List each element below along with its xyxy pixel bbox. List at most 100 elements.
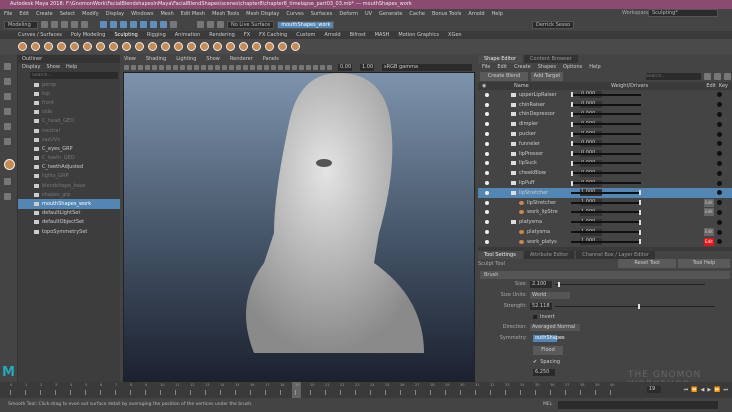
visibility-dot[interactable] bbox=[485, 102, 489, 107]
outliner-item[interactable]: C_head_GEO bbox=[18, 117, 120, 126]
viewport-tool-icon[interactable] bbox=[257, 65, 262, 70]
key-dot[interactable] bbox=[717, 160, 722, 166]
outliner-item[interactable]: top bbox=[18, 89, 120, 98]
slider-handle[interactable] bbox=[639, 200, 641, 206]
scale-tool-icon[interactable] bbox=[4, 138, 11, 145]
sculpt-brush-icon[interactable] bbox=[83, 42, 92, 51]
weight-slider[interactable] bbox=[571, 239, 641, 245]
shape-menu-item[interactable]: Edit bbox=[497, 64, 507, 70]
edit-button[interactable]: Edit bbox=[704, 208, 714, 217]
brush-section[interactable]: Brush bbox=[480, 270, 730, 279]
shelf-tab[interactable]: FX bbox=[244, 32, 250, 38]
outliner-item[interactable]: blendshape_base bbox=[18, 181, 120, 190]
visibility-dot[interactable] bbox=[485, 190, 489, 195]
slider-handle[interactable] bbox=[571, 170, 573, 176]
sculpt-brush-icon[interactable] bbox=[31, 42, 40, 51]
slider-handle[interactable] bbox=[639, 219, 641, 225]
snap-grid-icon[interactable] bbox=[130, 21, 137, 28]
visibility-dot[interactable] bbox=[485, 230, 489, 235]
outliner-item[interactable]: defaultObjectSet bbox=[18, 218, 120, 227]
outliner-item[interactable]: front bbox=[18, 98, 120, 107]
sculpt-brush-icon[interactable] bbox=[187, 42, 196, 51]
menu-deform[interactable]: Deform bbox=[339, 11, 358, 17]
viewport-tool-icon[interactable] bbox=[271, 65, 276, 70]
slider-handle[interactable] bbox=[571, 180, 573, 186]
shape-row[interactable]: lipPressor0.000 bbox=[478, 149, 732, 159]
move-tool-icon[interactable] bbox=[4, 108, 11, 115]
sculpt-brush-icon[interactable] bbox=[161, 42, 170, 51]
shelf-tab[interactable]: Poly Modeling bbox=[71, 32, 106, 38]
history-icon[interactable] bbox=[197, 21, 204, 28]
size-units-dropdown[interactable]: World bbox=[530, 291, 570, 299]
tab-tool-settings[interactable]: Tool Settings bbox=[478, 250, 522, 259]
command-line[interactable] bbox=[558, 401, 718, 409]
sculpt-brush-icon[interactable] bbox=[291, 42, 300, 51]
lasso-tool-icon[interactable] bbox=[4, 78, 11, 85]
slider-handle[interactable] bbox=[558, 281, 560, 287]
menu-help[interactable]: Help bbox=[492, 11, 503, 17]
key-dot[interactable] bbox=[717, 92, 722, 98]
viewport-tool-icon[interactable] bbox=[166, 65, 171, 70]
shelf-tab[interactable]: Curves / Surfaces bbox=[18, 32, 62, 38]
select-tool-icon[interactable] bbox=[4, 63, 11, 70]
sculpt-brush-icon[interactable] bbox=[148, 42, 157, 51]
shelf-tab[interactable]: Custom bbox=[296, 32, 315, 38]
weight-slider[interactable] bbox=[571, 92, 641, 98]
add-target-button[interactable]: Add Target bbox=[531, 72, 563, 81]
viewport-tool-icon[interactable] bbox=[313, 65, 318, 70]
outliner-item[interactable]: topoSymmetrySet bbox=[18, 227, 120, 236]
menu-modify[interactable]: Modify bbox=[82, 11, 99, 17]
current-frame-marker[interactable] bbox=[292, 382, 301, 398]
key-dot[interactable] bbox=[717, 209, 722, 215]
slider-handle[interactable] bbox=[639, 239, 641, 245]
visibility-dot[interactable] bbox=[485, 151, 489, 156]
visibility-dot[interactable] bbox=[485, 161, 489, 166]
key-dot[interactable] bbox=[717, 151, 722, 157]
slider-handle[interactable] bbox=[639, 209, 641, 215]
shape-row[interactable]: platysma1.000Edit bbox=[478, 227, 732, 237]
slider-handle[interactable] bbox=[571, 102, 573, 108]
object-field[interactable]: mouthShapes_work bbox=[277, 20, 335, 29]
menu-select[interactable]: Select bbox=[60, 11, 75, 17]
viewport-tool-icon[interactable] bbox=[306, 65, 311, 70]
key-dot[interactable] bbox=[717, 239, 722, 245]
strength-slider[interactable] bbox=[555, 303, 715, 309]
edit-button[interactable]: Edit bbox=[704, 198, 714, 207]
flood-button[interactable]: Flood bbox=[533, 345, 563, 355]
spacing-checkbox[interactable]: ✔ bbox=[533, 359, 537, 365]
slider-handle[interactable] bbox=[571, 141, 573, 147]
slider-handle[interactable] bbox=[571, 92, 573, 98]
visibility-dot[interactable] bbox=[485, 112, 489, 117]
outliner-menu-item[interactable]: Show bbox=[46, 64, 60, 70]
viewport-tool-icon[interactable] bbox=[320, 65, 325, 70]
gamma-field[interactable]: 1.00 bbox=[360, 64, 374, 71]
outliner-item[interactable]: shapes_grp bbox=[18, 190, 120, 199]
menu-windows[interactable]: Windows bbox=[131, 11, 153, 17]
viewport-tool-icon[interactable] bbox=[173, 65, 178, 70]
shape-row[interactable]: cheekBlow0.000 bbox=[478, 168, 732, 178]
3d-viewport[interactable] bbox=[123, 72, 475, 382]
weight-slider[interactable] bbox=[571, 121, 641, 127]
shape-row[interactable]: upperLipRaiser0.000 bbox=[478, 90, 732, 100]
outliner-menu-item[interactable]: Help bbox=[66, 64, 77, 70]
layout-four-icon[interactable] bbox=[4, 193, 11, 200]
viewport-tool-icon[interactable] bbox=[229, 65, 234, 70]
slider-handle[interactable] bbox=[571, 121, 573, 127]
shape-row[interactable]: dimpler0.000 bbox=[478, 119, 732, 129]
rotate-tool-icon[interactable] bbox=[4, 123, 11, 130]
viewport-tool-icon[interactable] bbox=[145, 65, 150, 70]
viewport-menu-item[interactable]: Lighting bbox=[176, 56, 196, 62]
viewport-tool-icon[interactable] bbox=[299, 65, 304, 70]
viewport-tool-icon[interactable] bbox=[264, 65, 269, 70]
render-icon[interactable] bbox=[207, 21, 214, 28]
sculpt-brush-icon[interactable] bbox=[57, 42, 66, 51]
slider-handle[interactable] bbox=[638, 303, 641, 309]
key-dot[interactable] bbox=[717, 200, 722, 206]
visibility-dot[interactable] bbox=[485, 220, 489, 225]
viewport-menu-item[interactable]: View bbox=[124, 56, 136, 62]
open-icon[interactable] bbox=[51, 21, 58, 28]
sculpt-brush-icon[interactable] bbox=[122, 42, 131, 51]
shelf-tab[interactable]: Rigging bbox=[147, 32, 166, 38]
weight-slider[interactable] bbox=[571, 170, 641, 176]
visibility-dot[interactable] bbox=[485, 122, 489, 127]
